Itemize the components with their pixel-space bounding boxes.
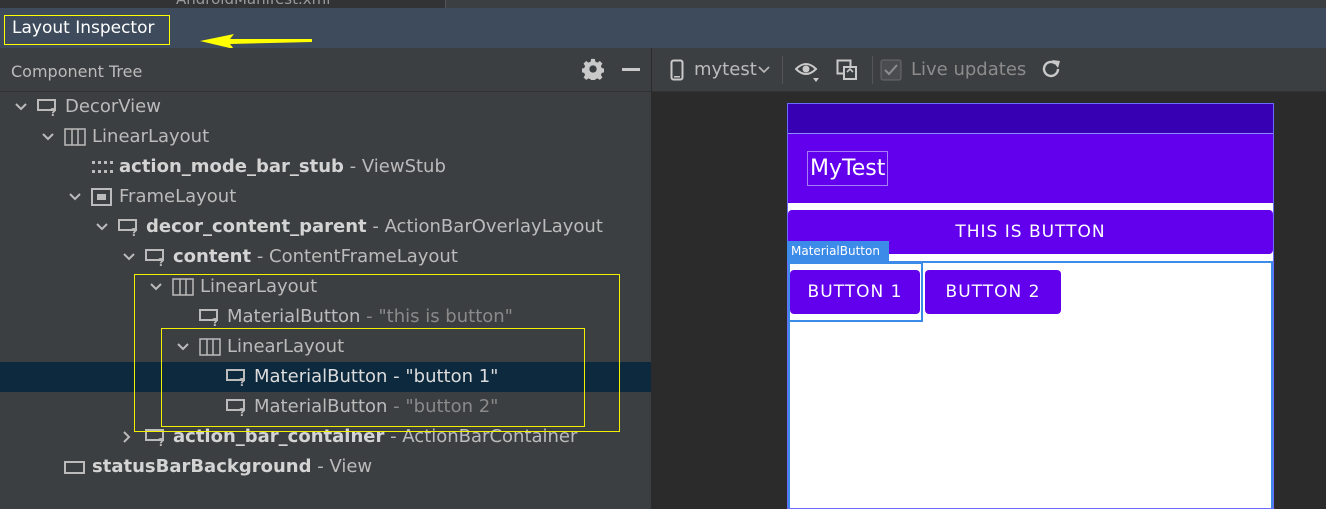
tree-row-detail: - "button 1" — [387, 366, 499, 387]
toolbar-divider — [872, 56, 873, 84]
tree-row-label: FrameLayout — [119, 186, 237, 207]
tree-row-framelayout[interactable]: FrameLayout — [0, 182, 651, 212]
chevron-down-icon[interactable] — [122, 242, 136, 272]
view-icon: ? — [145, 249, 164, 266]
view-icon: ? — [37, 99, 56, 116]
component-tree-header: Component Tree — [0, 48, 651, 92]
view-icon: ? — [226, 369, 245, 386]
selection-tag: MaterialButton — [787, 241, 889, 261]
tree-row-text: statusBarBackground - View — [92, 452, 372, 482]
toolbar-divider — [782, 56, 783, 84]
chevron-down-icon[interactable] — [68, 182, 82, 212]
tree-row-materialbutton-button1[interactable]: ? MaterialButton - "button 1" — [0, 362, 651, 392]
component-tree-title: Component Tree — [11, 62, 143, 81]
app-bar[interactable]: MyTest — [788, 134, 1273, 203]
tree-row-text: MaterialButton - "button 2" — [254, 392, 498, 422]
svg-text:?: ? — [212, 316, 218, 326]
refresh-icon[interactable] — [1040, 58, 1062, 80]
tree-row-id: statusBarBackground — [92, 456, 312, 477]
svg-text:?: ? — [158, 436, 164, 446]
tree-row-linearlayout-buttons[interactable]: LinearLayout — [0, 332, 651, 362]
status-bar[interactable] — [788, 104, 1273, 134]
minimize-icon[interactable] — [622, 68, 640, 71]
tree-row-text: action_mode_bar_stub - ViewStub — [119, 152, 446, 182]
window-title: Layout Inspector — [12, 18, 155, 38]
svg-text:?: ? — [239, 406, 245, 416]
svg-text:?: ? — [158, 256, 164, 266]
chevron-right-icon[interactable] — [120, 422, 134, 452]
linear-layout-icon — [64, 128, 86, 146]
chevron-down-icon[interactable] — [95, 212, 109, 242]
view-icon: ? — [118, 219, 137, 236]
chevron-down-icon[interactable] — [149, 272, 163, 302]
tree-row-label: MaterialButton — [254, 396, 388, 417]
frame-layout-icon — [91, 188, 112, 206]
tree-row-id: action_bar_container — [173, 426, 385, 447]
live-updates-label[interactable]: Live updates — [911, 59, 1026, 80]
tree-row-decor-content-parent[interactable]: ? decor_content_parent - ActionBarOverla… — [0, 212, 651, 242]
tree-row-label: MaterialButton — [227, 306, 361, 327]
tree-row-detail: - View — [311, 456, 373, 477]
device-selector[interactable]: mytest — [694, 59, 757, 80]
view-icon: ? — [145, 429, 164, 446]
view-icon: ? — [199, 309, 218, 326]
tree-row-linearlayout[interactable]: LinearLayout — [0, 122, 651, 152]
tree-row-id: content — [173, 246, 252, 267]
tree-row-content[interactable]: ? content - ContentFrameLayout — [0, 242, 651, 272]
tree-row-label: LinearLayout — [92, 126, 210, 147]
tree-row-text: MaterialButton - "this is button" — [227, 302, 513, 332]
export-icon[interactable] — [836, 59, 858, 81]
tree-row-text: content - ContentFrameLayout — [173, 242, 458, 272]
preview-toolbar: mytest Live updates — [652, 48, 1326, 92]
tree-row-label: DecorView — [65, 96, 161, 117]
checkbox-checked-icon[interactable] — [880, 59, 902, 81]
tree-row-decorview[interactable]: ? DecorView — [0, 92, 651, 122]
tree-row-action-mode-bar-stub[interactable]: action_mode_bar_stub - ViewStub — [0, 152, 651, 182]
tree-row-linearlayout-inner[interactable]: LinearLayout — [0, 272, 651, 302]
chevron-down-icon[interactable] — [14, 92, 28, 122]
button-2[interactable]: BUTTON 2 — [925, 270, 1061, 314]
tree-row-materialbutton-this-is-button[interactable]: ? MaterialButton - "this is button" — [0, 302, 651, 332]
tree-row-detail: - ActionBarOverlayLayout — [366, 216, 603, 237]
tree-row-detail: - ContentFrameLayout — [251, 246, 458, 267]
tree-row-label: MaterialButton — [254, 366, 388, 387]
tree-row-detail: - ActionBarContainer — [384, 426, 578, 447]
chevron-down-icon[interactable] — [758, 66, 770, 74]
app-title[interactable]: MyTest — [807, 151, 889, 186]
tree-row-detail: - ViewStub — [343, 156, 446, 177]
viewstub-icon — [92, 161, 113, 173]
gear-icon[interactable] — [582, 58, 604, 80]
tree-row-id: action_mode_bar_stub — [119, 156, 344, 177]
chevron-down-icon[interactable] — [41, 122, 55, 152]
linear-layout-icon — [172, 278, 194, 296]
svg-text:?: ? — [239, 376, 245, 386]
tree-row-statusbarbackground[interactable]: statusBarBackground - View — [0, 452, 651, 482]
device-icon — [670, 59, 684, 81]
tree-row-id: decor_content_parent — [146, 216, 367, 237]
tree-row-materialbutton-button2[interactable]: ? MaterialButton - "button 2" — [0, 392, 651, 422]
tree-row-text: decor_content_parent - ActionBarOverlayL… — [146, 212, 603, 242]
editor-tab[interactable]: AndroidManifest.xml — [0, 0, 446, 8]
tree-row-label: LinearLayout — [200, 276, 318, 297]
svg-text:?: ? — [131, 226, 137, 236]
tree-row-text: MaterialButton - "button 1" — [254, 362, 498, 392]
chevron-down-icon[interactable] — [176, 332, 190, 362]
editor-tab-strip: AndroidManifest.xml — [0, 0, 1326, 8]
svg-text:?: ? — [50, 106, 56, 116]
eye-icon[interactable] — [795, 59, 821, 83]
device-preview: MyTest THIS IS BUTTON BUTTON 1 BUTTON 2 — [787, 103, 1274, 509]
tree-row-text: action_bar_container - ActionBarContaine… — [173, 422, 577, 452]
tree-row-detail: - "button 2" — [387, 396, 499, 417]
view-icon: ? — [226, 399, 245, 416]
tree-row-action-bar-container[interactable]: ? action_bar_container - ActionBarContai… — [0, 422, 651, 452]
tool-window-titlebar: Layout Inspector — [0, 8, 1326, 49]
view-rect-icon — [64, 461, 85, 474]
tree-row-label: LinearLayout — [227, 336, 345, 357]
selection-outline — [788, 262, 923, 322]
tree-row-detail: - "this is button" — [360, 306, 513, 327]
linear-layout-icon — [199, 338, 221, 356]
editor-tab-label: AndroidManifest.xml — [176, 0, 330, 8]
